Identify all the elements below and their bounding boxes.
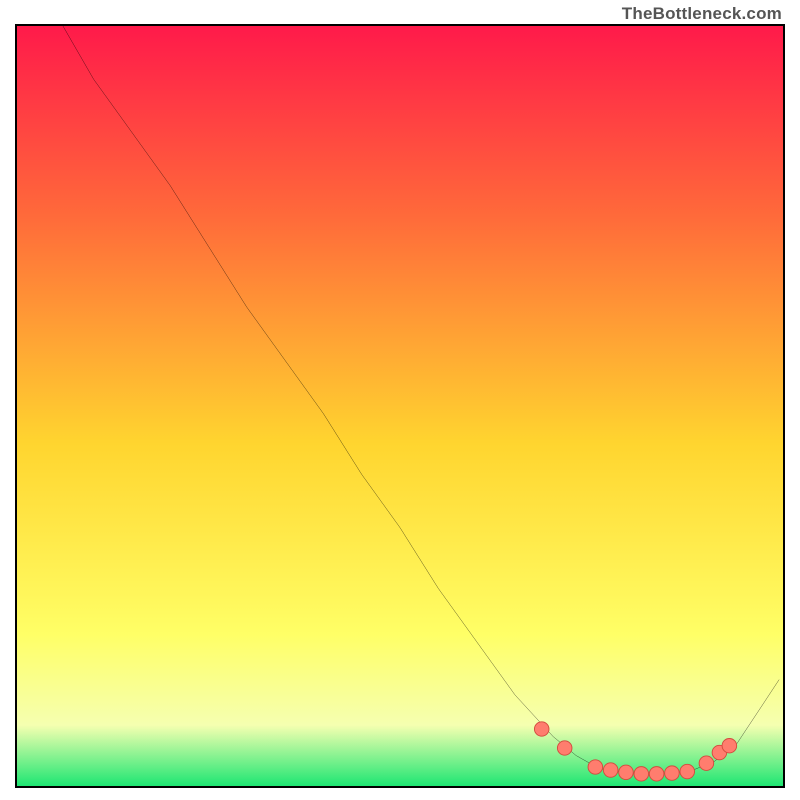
curve-marker [649,767,664,781]
curve-layer [17,26,783,786]
curve-markers [534,722,736,781]
curve-marker [534,722,549,736]
plot-area [15,24,785,788]
curve-marker [699,756,714,770]
curve-marker [619,765,634,779]
curve-marker [603,763,618,777]
chart-container: TheBottleneck.com [0,0,800,800]
curve-marker [588,760,603,774]
curve-marker [680,764,695,778]
curve-marker [722,739,737,753]
curve-marker [634,767,649,781]
curve-marker [665,766,680,780]
bottleneck-curve [63,26,779,774]
watermark-text: TheBottleneck.com [622,4,782,24]
curve-marker [557,741,572,755]
